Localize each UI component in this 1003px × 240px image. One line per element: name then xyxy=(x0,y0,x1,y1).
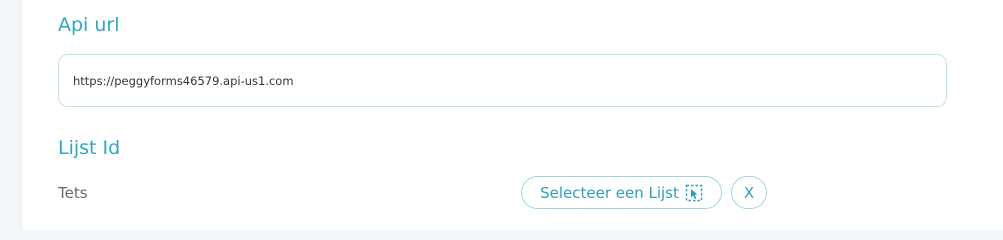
selection-cursor-icon xyxy=(685,184,703,202)
clear-list-button[interactable]: X xyxy=(731,176,767,209)
list-id-heading: Lijst Id xyxy=(58,137,121,159)
select-list-button-label: Selecteer een Lijst xyxy=(540,183,679,202)
select-list-button[interactable]: Selecteer een Lijst xyxy=(521,176,722,209)
selected-list-value: Tets xyxy=(58,184,88,202)
settings-card xyxy=(21,0,1003,230)
api-url-heading: Api url xyxy=(58,14,120,36)
api-url-input[interactable] xyxy=(58,54,947,107)
